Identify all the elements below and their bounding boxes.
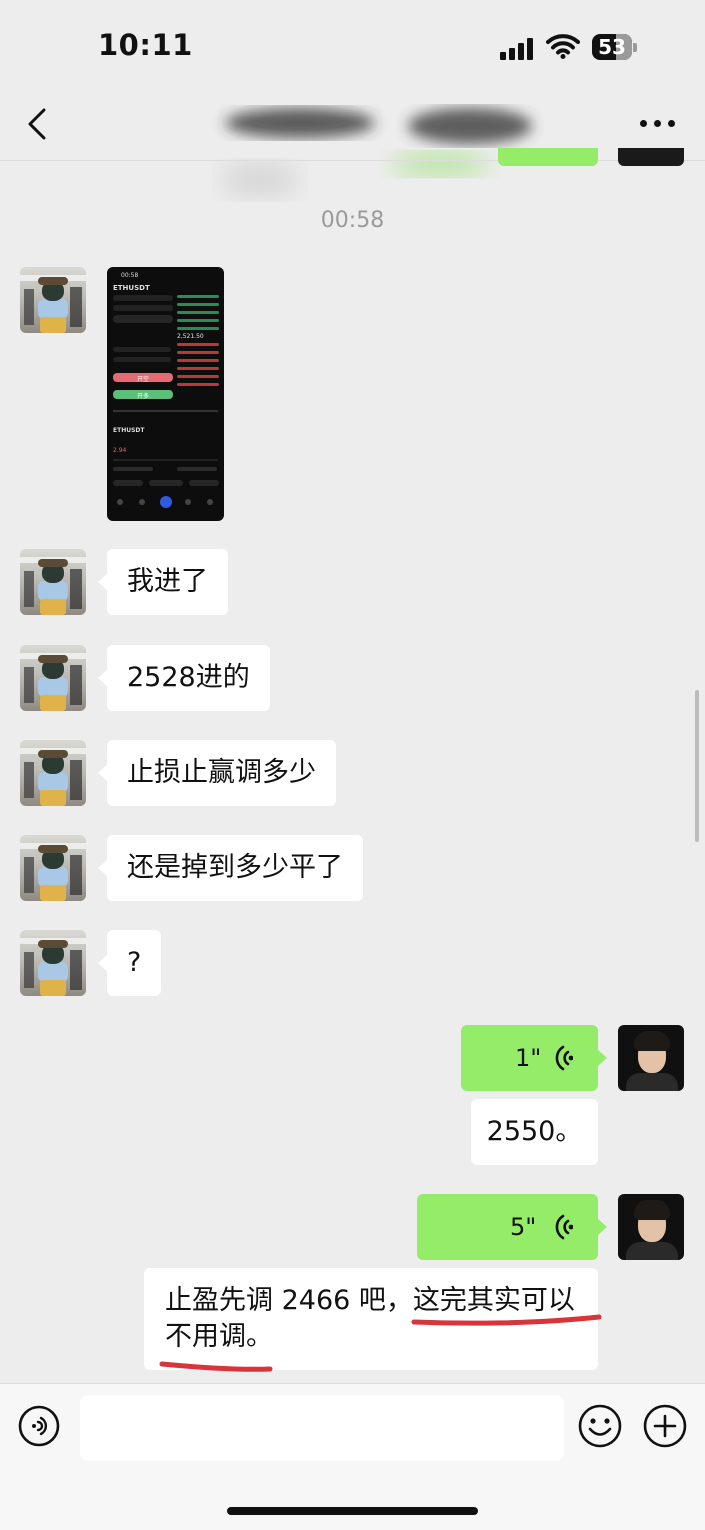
chevron-left-icon [28,108,46,140]
chat-timestamp: 00:58 [320,208,385,233]
battery-level: 53 [598,35,626,59]
thumb-time: 00:58 [121,272,139,279]
thumb-buy-button: 开多 [113,390,173,400]
incoming-message-bubble[interactable]: 我进了 [98,549,228,615]
thumb-sell-button: 开空 [113,373,173,383]
smiley-icon [578,1404,622,1448]
contact-avatar[interactable] [20,740,86,806]
voice-wave-icon [555,1045,573,1071]
home-indicator[interactable] [227,1507,478,1515]
battery-icon: 53 [592,34,638,60]
voice-duration: 5" [510,1213,537,1241]
contact-avatar[interactable] [20,267,86,333]
redacted-contact-name [150,88,550,218]
contact-avatar[interactable] [20,930,86,996]
voice-input-button[interactable] [18,1405,60,1447]
previous-message-bubble[interactable] [498,148,598,166]
voice-message-bubble[interactable]: 1" [461,1025,607,1091]
voice-wave-icon [555,1214,573,1240]
wifi-icon [546,33,580,59]
message-input[interactable] [80,1395,564,1461]
add-attachment-button[interactable] [643,1404,687,1448]
thumb-price: 2,521.50 [177,333,204,340]
outgoing-message-bubble[interactable]: 2550。 [471,1099,598,1165]
nav-divider [0,160,705,161]
emoji-button[interactable] [578,1404,622,1448]
voice-message-bubble[interactable]: 5" [417,1194,607,1260]
contact-avatar[interactable] [20,835,86,901]
thumb-pair: ETHUSDT [113,427,145,434]
plus-icon [643,1404,687,1448]
my-avatar[interactable] [618,1194,684,1260]
cellular-signal-icon [500,38,534,60]
thumb-symbol: ETHUSDT [113,284,150,292]
incoming-message-bubble[interactable]: 止损止赢调多少 [98,740,336,806]
contact-avatar[interactable] [20,645,86,711]
thumb-pnl: 2.94 [113,447,127,454]
incoming-message-bubble[interactable]: ? [97,930,162,996]
status-time: 10:11 [98,28,193,62]
voice-icon [18,1405,60,1447]
voice-duration: 1" [515,1044,542,1072]
incoming-message-bubble[interactable]: 2528进的 [98,645,270,711]
previous-avatar[interactable] [618,148,684,166]
my-avatar[interactable] [618,1025,684,1091]
more-options-button[interactable] [640,120,676,130]
trading-app-screenshot-message[interactable]: 00:58 ETHUSDT 2,521.50 开空 开多 ETHUSDT 2.9… [107,267,224,521]
back-button[interactable] [22,106,52,142]
scroll-indicator[interactable] [695,690,699,842]
contact-avatar[interactable] [20,549,86,615]
incoming-message-bubble[interactable]: 还是掉到多少平了 [98,835,363,901]
red-underline-annotation [159,1314,602,1372]
